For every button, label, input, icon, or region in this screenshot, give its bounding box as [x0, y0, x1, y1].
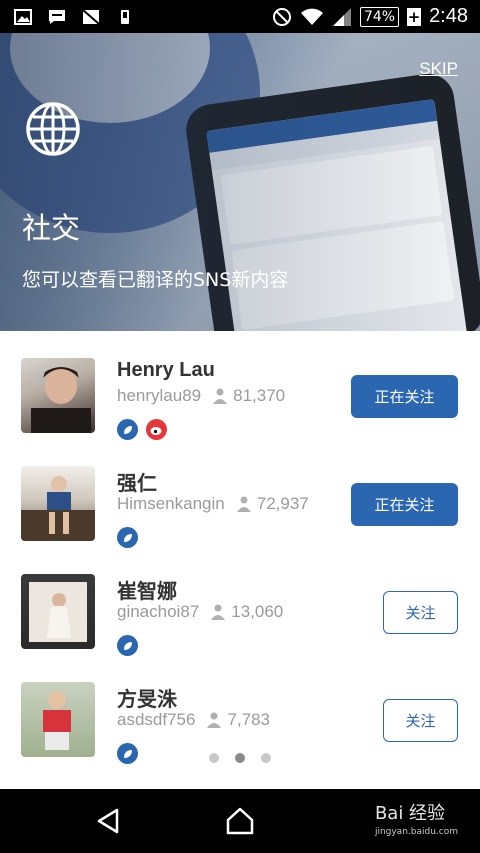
user-meta: asdsdf756 7,783 [117, 710, 270, 730]
home-icon[interactable] [225, 807, 255, 835]
clock: 2:48 [429, 5, 468, 27]
person-icon [236, 496, 251, 512]
user-handle: Himsenkangin [117, 494, 225, 513]
user-name: 方旻洙 [117, 689, 177, 711]
avatar[interactable] [21, 358, 95, 433]
user-handle: henrylau89 [117, 386, 202, 405]
person-icon [213, 388, 228, 404]
follow-button[interactable]: 关注 [383, 699, 458, 742]
avatar[interactable] [21, 682, 95, 757]
list-item: 方旻洙 asdsdf756 7,783 关注 [0, 655, 480, 764]
weibo-icon [146, 419, 167, 440]
sns-badges [117, 635, 138, 656]
follower-count: 72,937 [256, 494, 309, 513]
user-name: 强仁 [117, 473, 157, 495]
person-icon [207, 712, 222, 728]
page-dot-active[interactable] [235, 753, 245, 763]
user-meta: ginachoi87 13,060 [117, 602, 283, 622]
user-handle: asdsdf756 [117, 710, 196, 729]
user-meta: henrylau89 81,370 [117, 386, 285, 406]
follower-count: 13,060 [231, 602, 284, 621]
follower-count: 81,370 [233, 386, 286, 405]
globe-icon [26, 102, 80, 156]
user-name: 崔智娜 [117, 581, 177, 603]
image-muted-icon [82, 8, 100, 25]
hero-subtitle: 您可以查看已翻译的SNS新内容 [22, 269, 289, 291]
avatar[interactable] [21, 466, 95, 541]
page-indicator [0, 753, 480, 763]
battery-indicator: 74% [359, 6, 400, 27]
do-not-disturb-icon [272, 7, 291, 26]
hero-title: 社交 [22, 211, 81, 245]
follower-count: 7,783 [227, 710, 270, 729]
list-item: Henry Lau henrylau89 81,370 正在关注 [0, 331, 480, 440]
following-button[interactable]: 正在关注 [351, 375, 458, 418]
hero-banner: SKIP 社交 您可以查看已翻译的SNS新内容 [0, 33, 480, 331]
page-dot[interactable] [261, 753, 271, 763]
drop-icon [117, 635, 138, 656]
list-item: 崔智娜 ginachoi87 13,060 关注 [0, 547, 480, 656]
user-handle: ginachoi87 [117, 602, 200, 621]
sns-badges [117, 527, 138, 548]
message-icon [49, 9, 65, 24]
user-meta: Himsenkangin 72,937 [117, 494, 309, 514]
navigation-bar: Bai 经验 jingyan.baidu.com [0, 789, 480, 853]
list-item: 强仁 Himsenkangin 72,937 正在关注 [0, 439, 480, 548]
gallery-icon [14, 8, 32, 25]
page-dot[interactable] [209, 753, 219, 763]
status-bar: 74% + 2:48 [0, 0, 480, 33]
following-button[interactable]: 正在关注 [351, 483, 458, 526]
drop-icon [117, 527, 138, 548]
watermark: Bai 经验 jingyan.baidu.com [374, 803, 458, 837]
drop-icon [117, 419, 138, 440]
sns-badges [117, 419, 167, 440]
back-icon[interactable] [95, 807, 121, 835]
phone-icon [121, 9, 129, 24]
skip-button[interactable]: SKIP [419, 59, 458, 79]
signal-icon [332, 7, 351, 26]
charging-icon: + [407, 7, 422, 26]
user-name: Henry Lau [117, 359, 215, 381]
avatar[interactable] [21, 574, 95, 649]
person-icon [211, 604, 226, 620]
wifi-icon [300, 8, 323, 25]
follow-button[interactable]: 关注 [383, 591, 458, 634]
